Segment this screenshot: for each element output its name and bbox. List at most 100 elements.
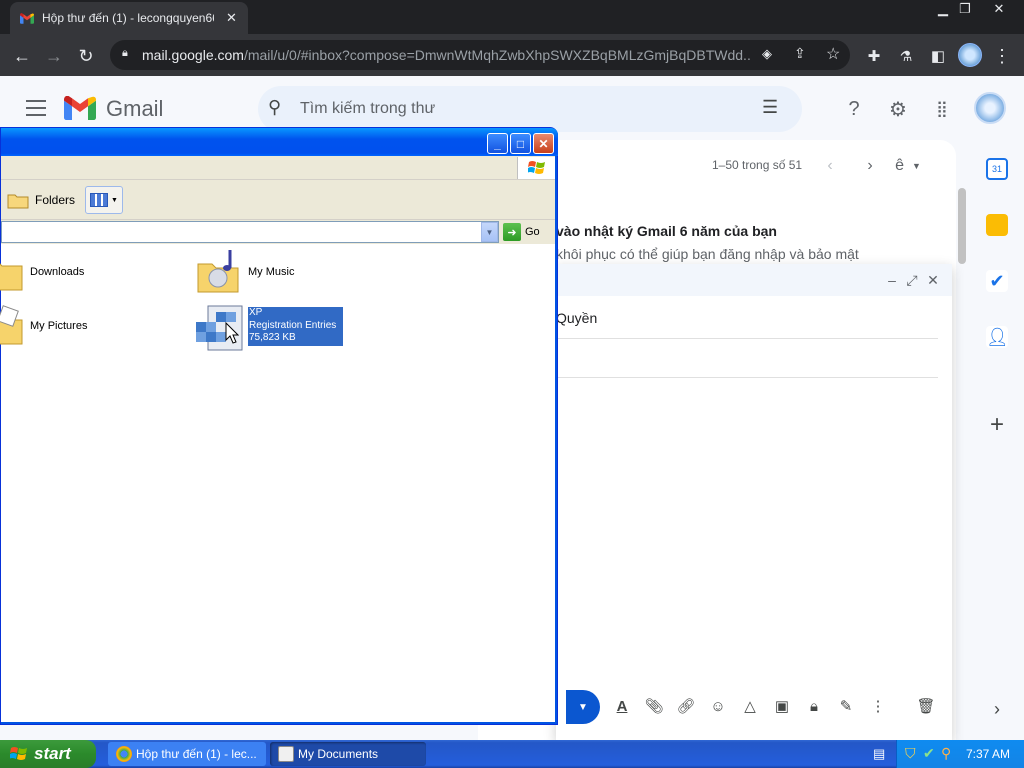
link-icon[interactable]: 🔗︎ xyxy=(674,694,698,718)
promo-title: vào nhật ký Gmail 6 năm của bạn xyxy=(556,223,777,239)
taskbar-item-my-documents[interactable]: My Documents xyxy=(270,742,426,766)
lock-icon: 🔒︎ xyxy=(122,47,128,59)
text-format-icon[interactable]: A xyxy=(610,694,634,718)
share-icon[interactable]: ⇪ xyxy=(794,45,806,62)
search-tray-icon[interactable]: ⚲ xyxy=(941,745,951,762)
task-label: Hộp thư đến (1) - lec... xyxy=(136,747,257,761)
discard-trash-icon[interactable]: 🗑︎ xyxy=(914,694,938,718)
address-dropdown-icon[interactable]: ▼ xyxy=(481,222,498,242)
downloads-folder[interactable]: Downloads xyxy=(0,252,84,292)
folder-icon xyxy=(0,263,23,291)
prev-page-icon[interactable]: ‹ xyxy=(816,152,844,180)
forward-icon[interactable]: → xyxy=(42,44,66,68)
profile-avatar[interactable] xyxy=(958,43,982,67)
reload-icon[interactable]: ↻ xyxy=(74,44,98,68)
mail-search-input[interactable]: ⚲ Tìm kiếm trong thư ☰ xyxy=(258,86,802,132)
antivirus-icon[interactable]: ✔ xyxy=(923,745,935,762)
lens-icon[interactable]: ◈ xyxy=(762,46,772,62)
security-shield-icon[interactable]: ⛉ xyxy=(905,745,916,762)
search-icon[interactable]: ⚲ xyxy=(268,97,281,118)
explorer-window: _ □ ✕ Folders ▼ ▼ ➜ Go xyxy=(0,127,558,725)
window-restore-button[interactable]: ❐ xyxy=(950,0,980,18)
bookmark-star-icon[interactable]: ☆ xyxy=(826,44,840,64)
apps-grid-icon[interactable]: ⣿ xyxy=(928,95,956,123)
windows-flag-icon xyxy=(517,157,555,179)
next-page-icon[interactable]: › xyxy=(856,152,884,180)
insert-photo-icon[interactable]: ▣ xyxy=(770,694,794,718)
explorer-address-input[interactable] xyxy=(1,221,499,243)
chevron-down-icon: ▼ xyxy=(111,196,118,204)
my-pictures-folder[interactable]: My Pictures xyxy=(0,304,87,348)
item-label: My Music xyxy=(248,266,295,278)
go-arrow-icon: ➜ xyxy=(503,223,521,241)
emoji-icon[interactable]: ☺ xyxy=(706,694,730,718)
file-size-line: 75,823 KB xyxy=(249,332,296,343)
go-button[interactable]: ➜ Go xyxy=(503,221,540,243)
views-grid-icon xyxy=(90,193,109,207)
views-button[interactable]: ▼ xyxy=(85,186,123,214)
explorer-maximize-button[interactable]: □ xyxy=(510,133,531,154)
main-menu-icon[interactable] xyxy=(26,100,46,116)
tab-close-icon[interactable]: ✕ xyxy=(226,10,237,26)
explorer-minimize-button[interactable]: _ xyxy=(487,133,508,154)
add-addon-icon[interactable]: + xyxy=(986,413,1008,437)
input-tools-icon[interactable]: ê ▼ xyxy=(894,152,922,180)
expand-panel-icon[interactable]: › xyxy=(986,698,1008,720)
pictures-folder-icon xyxy=(0,305,23,345)
gmail-logo-icon[interactable] xyxy=(64,96,96,120)
file-name-line1: XP xyxy=(249,307,263,318)
explorer-close-button[interactable]: ✕ xyxy=(533,133,554,154)
my-music-folder[interactable]: My Music xyxy=(196,248,294,296)
contacts-icon[interactable]: 👤︎ xyxy=(986,326,1009,348)
keep-icon[interactable] xyxy=(986,214,1008,236)
chrome-menu-icon[interactable]: ⋮ xyxy=(990,44,1014,68)
mouse-cursor-icon xyxy=(225,322,239,344)
address-bar[interactable]: 🔒︎ mail.google.com/mail/u/0/#inbox?compo… xyxy=(110,40,850,70)
start-label: start xyxy=(34,744,71,763)
folders-button[interactable]: Folders xyxy=(7,186,75,214)
explorer-titlebar[interactable] xyxy=(1,128,558,156)
labs-flask-icon[interactable]: ⚗ xyxy=(894,44,918,68)
inbox-scrollbar[interactable] xyxy=(958,188,966,264)
url-path: /mail/u/0/#inbox?compose=DmwnWtMqhZwbXhp… xyxy=(243,47,752,63)
tab-title: Hộp thư đến (1) - lecongquyen666@ xyxy=(42,11,214,25)
browser-tab-gmail[interactable]: Hộp thư đến (1) - lecongquyen666@ ✕ xyxy=(10,2,248,34)
taskbar-item-gmail[interactable]: Hộp thư đến (1) - lec... xyxy=(108,742,266,766)
screen: Hộp thư đến (1) - lecongquyen666@ ✕ ▁ ❐ … xyxy=(0,0,1024,768)
clock: 7:37 AM xyxy=(966,747,1011,761)
folders-label: Folders xyxy=(35,193,76,207)
compose-subject-divider xyxy=(556,377,938,378)
more-options-icon[interactable]: ⋮ xyxy=(866,694,890,718)
tasks-icon[interactable]: ✔ xyxy=(986,270,1008,292)
back-icon[interactable]: ← xyxy=(10,44,34,68)
folders-icon xyxy=(7,194,29,209)
attach-icon[interactable]: 📎︎ xyxy=(642,694,666,718)
help-icon[interactable]: ? xyxy=(840,95,868,123)
file-type-line: Registration Entries xyxy=(249,319,337,331)
extensions-icon[interactable]: ✚ xyxy=(862,44,886,68)
search-options-icon[interactable]: ☰ xyxy=(762,97,778,118)
network-icon[interactable]: ▤ xyxy=(873,746,885,762)
promo-subtitle: khôi phục có thể giúp bạn đăng nhập và b… xyxy=(556,246,859,262)
search-placeholder: Tìm kiếm trong thư xyxy=(300,100,436,117)
confidential-mode-icon[interactable]: 🔒︎ xyxy=(802,694,826,718)
side-panel-icon[interactable]: ◧ xyxy=(926,44,950,68)
go-label: Go xyxy=(525,226,540,238)
compose-window xyxy=(556,264,952,740)
compose-close-icon[interactable]: ✕ xyxy=(921,266,945,294)
compose-to-field[interactable]: Quyền xyxy=(556,310,597,326)
drive-icon[interactable]: △ xyxy=(738,694,762,718)
signature-pen-icon[interactable]: ✎ xyxy=(834,694,858,718)
selected-file-label[interactable]: XP Registration Entries 75,823 KB xyxy=(248,307,343,346)
chrome-icon xyxy=(116,746,132,762)
explorer-menubar xyxy=(1,156,555,180)
calendar-icon[interactable]: 31 xyxy=(986,158,1008,180)
window-close-button[interactable]: ✕ xyxy=(984,0,1014,18)
windows-logo-icon xyxy=(10,747,27,760)
send-options-dropdown[interactable]: ▼ xyxy=(566,690,600,724)
settings-gear-icon[interactable]: ⚙ xyxy=(884,95,912,123)
music-folder-icon xyxy=(197,250,239,293)
item-label: Downloads xyxy=(30,266,85,278)
pagination-text: 1–50 trong số 51 xyxy=(712,158,803,172)
account-avatar[interactable] xyxy=(974,92,1006,124)
